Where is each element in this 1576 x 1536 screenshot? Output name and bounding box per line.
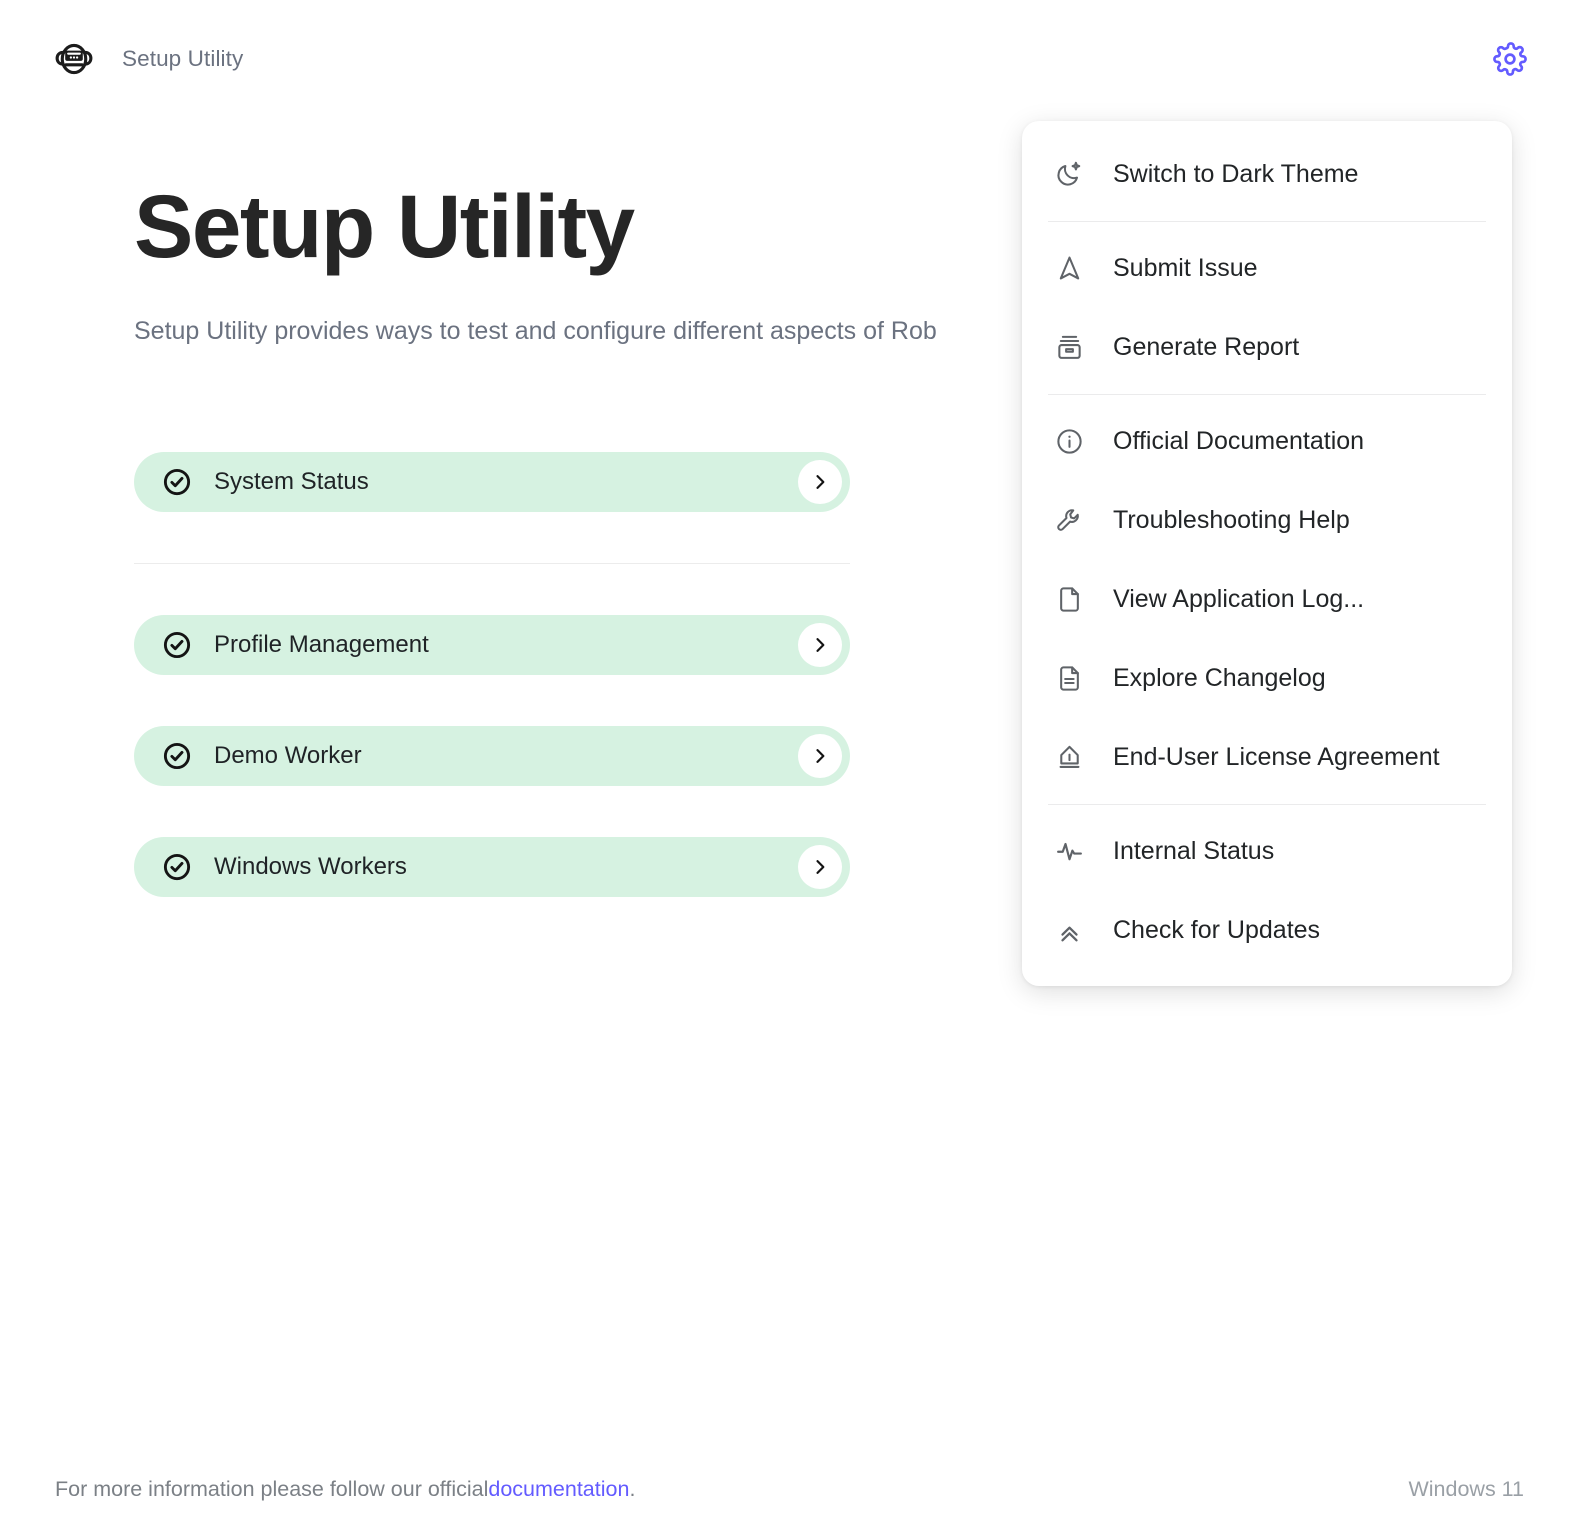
chevron-right-icon [810, 472, 830, 492]
menu-item-label: View Application Log... [1113, 585, 1365, 613]
footer: For more information please follow our o… [0, 1477, 1576, 1502]
menu-item-label: Official Documentation [1113, 427, 1365, 455]
menu-item-label: Switch to Dark Theme [1113, 160, 1359, 188]
chevron-right-icon [810, 857, 830, 877]
menu-separator [1048, 394, 1486, 395]
menu-item-explore-changelog[interactable]: Explore Changelog [1022, 639, 1512, 718]
menu-separator [1048, 804, 1486, 805]
action-open-button[interactable] [798, 734, 842, 779]
chevrons-up-icon [1048, 916, 1090, 945]
info-circle-icon [1048, 427, 1090, 456]
row-gap [134, 786, 850, 837]
settings-gear-button[interactable] [1488, 37, 1532, 81]
menu-item-check-for-updates[interactable]: Check for Updates [1022, 891, 1512, 970]
menu-item-official-documentation[interactable]: Official Documentation [1022, 402, 1512, 481]
os-label: Windows 11 [1408, 1477, 1524, 1501]
file-blank-icon [1048, 585, 1090, 614]
menu-item-internal-status[interactable]: Internal Status [1022, 812, 1512, 891]
action-open-button[interactable] [798, 460, 842, 505]
menu-item-troubleshooting-help[interactable]: Troubleshooting Help [1022, 481, 1512, 560]
archive-inbox-icon [1048, 333, 1090, 362]
action-row-system-status[interactable]: System Status [134, 452, 850, 513]
top-bar: Setup Utility [0, 0, 1576, 118]
documentation-link[interactable]: documentation [488, 1477, 629, 1502]
action-row-windows-workers[interactable]: Windows Workers [134, 837, 850, 898]
action-list: System Status Profile Management Demo Wo… [134, 452, 850, 898]
menu-item-label: Check for Updates [1113, 916, 1321, 944]
chevron-right-icon [810, 635, 830, 655]
action-label: Profile Management [214, 631, 429, 659]
menu-item-submit-issue[interactable]: Submit Issue [1022, 229, 1512, 308]
menu-item-label: End-User License Agreement [1113, 743, 1440, 771]
menu-item-switch-to-dark-theme[interactable]: Switch to Dark Theme [1022, 135, 1512, 214]
group-gap-bottom [134, 564, 850, 615]
action-label: Windows Workers [214, 853, 407, 881]
footer-text-before: For more information please follow our o… [55, 1477, 489, 1501]
action-label: System Status [214, 468, 369, 496]
footer-text-after: . [629, 1477, 636, 1501]
check-circle-icon [162, 630, 192, 660]
menu-item-label: Generate Report [1113, 333, 1300, 361]
chevron-right-icon [810, 746, 830, 766]
action-open-button[interactable] [798, 845, 842, 890]
menu-separator [1048, 221, 1486, 222]
action-label: Demo Worker [214, 742, 362, 770]
brand: Setup Utility [52, 37, 243, 81]
activity-pulse-icon [1048, 837, 1090, 866]
menu-item-view-application-log[interactable]: View Application Log... [1022, 560, 1512, 639]
check-circle-icon [162, 741, 192, 771]
robot-face-icon [52, 37, 96, 81]
app-title: Setup Utility [122, 46, 244, 71]
gear-icon [1493, 42, 1527, 76]
file-text-icon [1048, 664, 1090, 693]
action-open-button[interactable] [798, 623, 842, 668]
row-gap [134, 675, 850, 726]
action-row-profile-management[interactable]: Profile Management [134, 615, 850, 676]
wrench-icon [1048, 506, 1090, 535]
menu-item-end-user-license-agreement[interactable]: End-User License Agreement [1022, 718, 1512, 797]
menu-item-generate-report[interactable]: Generate Report [1022, 308, 1512, 387]
navigation-arrow-icon [1048, 254, 1090, 283]
settings-dropdown-menu: Switch to Dark Theme Submit Issue Genera… [1022, 121, 1512, 986]
pen-nib-icon [1048, 743, 1090, 772]
group-gap-top [134, 512, 850, 563]
check-circle-icon [162, 467, 192, 497]
menu-item-label: Internal Status [1113, 837, 1275, 865]
menu-item-label: Troubleshooting Help [1113, 506, 1350, 534]
check-circle-icon [162, 852, 192, 882]
menu-item-label: Explore Changelog [1113, 664, 1326, 692]
menu-item-label: Submit Issue [1113, 254, 1258, 282]
action-row-demo-worker[interactable]: Demo Worker [134, 726, 850, 787]
moon-sparkle-icon [1048, 160, 1090, 189]
